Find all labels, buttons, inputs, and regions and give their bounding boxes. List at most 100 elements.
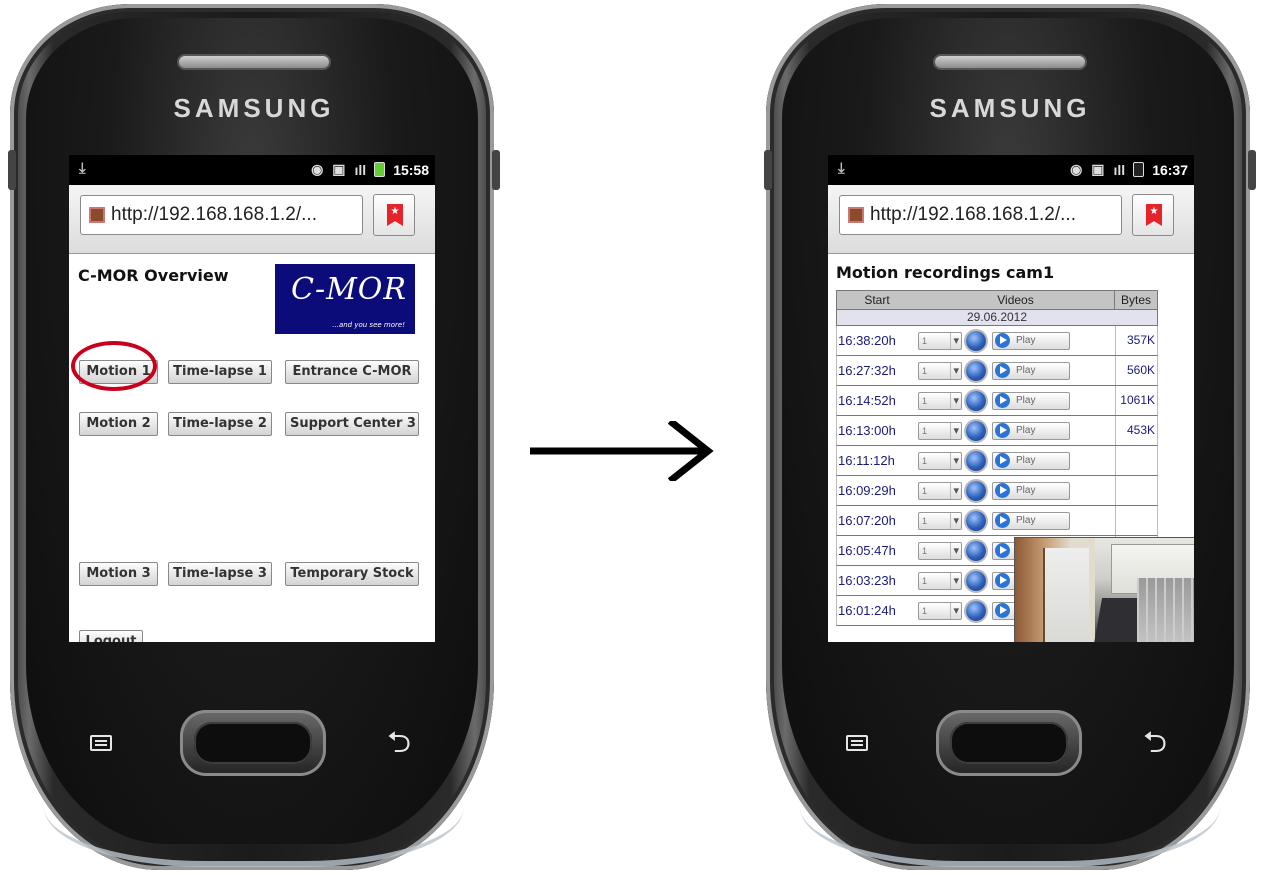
logout-button[interactable]: Logout xyxy=(79,630,143,642)
recording-start-time: 16:13:00h xyxy=(838,423,896,438)
bookmark-button[interactable]: ★ xyxy=(373,194,415,236)
play-button[interactable]: Play xyxy=(992,391,1070,410)
recording-start-time: 16:01:24h xyxy=(838,603,896,618)
camera-icon[interactable] xyxy=(966,420,986,441)
play-button[interactable]: Play xyxy=(992,421,1070,440)
home-button[interactable] xyxy=(936,710,1082,776)
play-button[interactable]: Play xyxy=(992,511,1070,530)
camera-icon[interactable] xyxy=(966,360,986,381)
recording-start-time: 16:11:12h xyxy=(838,453,895,468)
video-preview[interactable] xyxy=(1014,537,1194,642)
play-icon xyxy=(995,333,1010,348)
play-label: Play xyxy=(1016,455,1036,466)
play-icon xyxy=(995,573,1010,588)
camera-icon[interactable] xyxy=(966,450,986,471)
download-icon: ⤓ xyxy=(79,160,86,177)
play-icon xyxy=(995,543,1010,558)
transition-arrow-icon xyxy=(530,421,714,481)
url-field[interactable]: http://192.168.168.1.2/... xyxy=(80,195,363,235)
video-select[interactable]: 1 xyxy=(918,511,962,530)
signal-icon: ıll xyxy=(1113,161,1126,178)
battery-icon xyxy=(375,163,385,176)
screen: ⤓ ◉ ▣ ıll 16:37 http://192.168.168.1.2/.… xyxy=(828,155,1194,642)
header-start: Start xyxy=(864,293,890,307)
support-center-3-button[interactable]: Support Center 3 xyxy=(285,412,419,436)
camera-icon[interactable] xyxy=(966,480,986,501)
play-icon xyxy=(995,393,1010,408)
video-select[interactable]: 1 xyxy=(918,451,962,470)
url-field[interactable]: http://192.168.168.1.2/... xyxy=(839,195,1122,235)
play-label: Play xyxy=(1016,395,1036,406)
recording-start-time: 16:38:20h xyxy=(838,333,896,348)
table-row: 16:38:20h 1 Play 357K xyxy=(836,326,1158,356)
url-text: http://192.168.168.1.2/... xyxy=(870,204,1076,225)
back-key-icon[interactable]: ⮌ xyxy=(1143,728,1167,758)
menu-key-icon[interactable] xyxy=(846,735,868,751)
logo-tagline: ...and you see more! xyxy=(332,321,405,329)
play-button[interactable]: Play xyxy=(992,451,1070,470)
table-row: 16:13:00h 1 Play 453K xyxy=(836,416,1158,446)
status-icons: ◉ ▣ ıll 15:58 xyxy=(311,161,429,178)
motion-3-button[interactable]: Motion 3 xyxy=(79,562,158,586)
camera-icon[interactable] xyxy=(966,600,986,621)
motion-2-button[interactable]: Motion 2 xyxy=(79,412,158,436)
page-title: Motion recordings cam1 xyxy=(836,263,1055,282)
camera-icon[interactable] xyxy=(966,540,986,561)
wifi-icon: ◉ xyxy=(311,161,324,177)
phone-left: SAMSUNG ⤓ ◉ ▣ ıll 15:58 http://192.168.1… xyxy=(4,0,504,875)
temporary-stock-button[interactable]: Temporary Stock xyxy=(285,562,419,586)
status-icons: ◉ ▣ ıll 16:37 xyxy=(1070,161,1188,178)
recording-size: 453K xyxy=(1115,416,1157,445)
status-time: 15:58 xyxy=(393,161,429,178)
play-label: Play xyxy=(1016,515,1036,526)
video-scene xyxy=(1137,578,1194,642)
recording-start-time: 16:03:23h xyxy=(838,573,896,588)
play-button[interactable]: Play xyxy=(992,481,1070,500)
timelapse-2-button[interactable]: Time-lapse 2 xyxy=(168,412,272,436)
volume-button[interactable] xyxy=(8,150,16,190)
back-key-icon[interactable]: ⮌ xyxy=(387,728,411,758)
video-select[interactable]: 1 xyxy=(918,571,962,590)
play-button[interactable]: Play xyxy=(992,361,1070,380)
camera-icon[interactable] xyxy=(966,330,986,351)
favicon-icon xyxy=(848,207,864,223)
table-header: Start Videos Bytes xyxy=(836,290,1158,310)
video-select[interactable]: 1 xyxy=(918,421,962,440)
camera-icon[interactable] xyxy=(966,510,986,531)
volume-button[interactable] xyxy=(764,150,772,190)
play-icon xyxy=(995,453,1010,468)
wifi-icon: ◉ xyxy=(1070,161,1083,177)
play-button[interactable]: Play xyxy=(992,331,1070,350)
recording-size: 1061K xyxy=(1115,386,1157,415)
bookmark-icon: ★ xyxy=(387,204,403,226)
brand-logo: SAMSUNG xyxy=(173,93,335,123)
camera-icon[interactable] xyxy=(966,570,986,591)
favicon-icon xyxy=(89,207,105,223)
play-icon xyxy=(995,603,1010,618)
recording-start-time: 16:09:29h xyxy=(838,483,896,498)
video-select[interactable]: 1 xyxy=(918,331,962,350)
status-bar: ⤓ ◉ ▣ ıll 16:37 xyxy=(828,155,1194,185)
home-button[interactable] xyxy=(180,710,326,776)
video-scene xyxy=(1043,548,1089,642)
entrance-cmor-button[interactable]: Entrance C-MOR xyxy=(285,360,419,384)
motion-1-button[interactable]: Motion 1 xyxy=(79,360,158,384)
download-icon: ⤓ xyxy=(838,160,845,177)
table-row: 16:07:20h 1 Play xyxy=(836,506,1158,536)
play-icon xyxy=(995,423,1010,438)
camera-icon[interactable] xyxy=(966,390,986,411)
cmor-logo: C-MOR ...and you see more! xyxy=(275,264,415,334)
battery-icon xyxy=(1134,163,1144,176)
power-button[interactable] xyxy=(492,150,500,190)
video-select[interactable]: 1 xyxy=(918,601,962,620)
url-text: http://192.168.168.1.2/... xyxy=(111,204,317,225)
timelapse-1-button[interactable]: Time-lapse 1 xyxy=(168,360,272,384)
power-button[interactable] xyxy=(1248,150,1256,190)
timelapse-3-button[interactable]: Time-lapse 3 xyxy=(168,562,272,586)
video-select[interactable]: 1 xyxy=(918,481,962,500)
video-select[interactable]: 1 xyxy=(918,541,962,560)
bookmark-button[interactable]: ★ xyxy=(1132,194,1174,236)
menu-key-icon[interactable] xyxy=(90,735,112,751)
video-select[interactable]: 1 xyxy=(918,361,962,380)
video-select[interactable]: 1 xyxy=(918,391,962,410)
